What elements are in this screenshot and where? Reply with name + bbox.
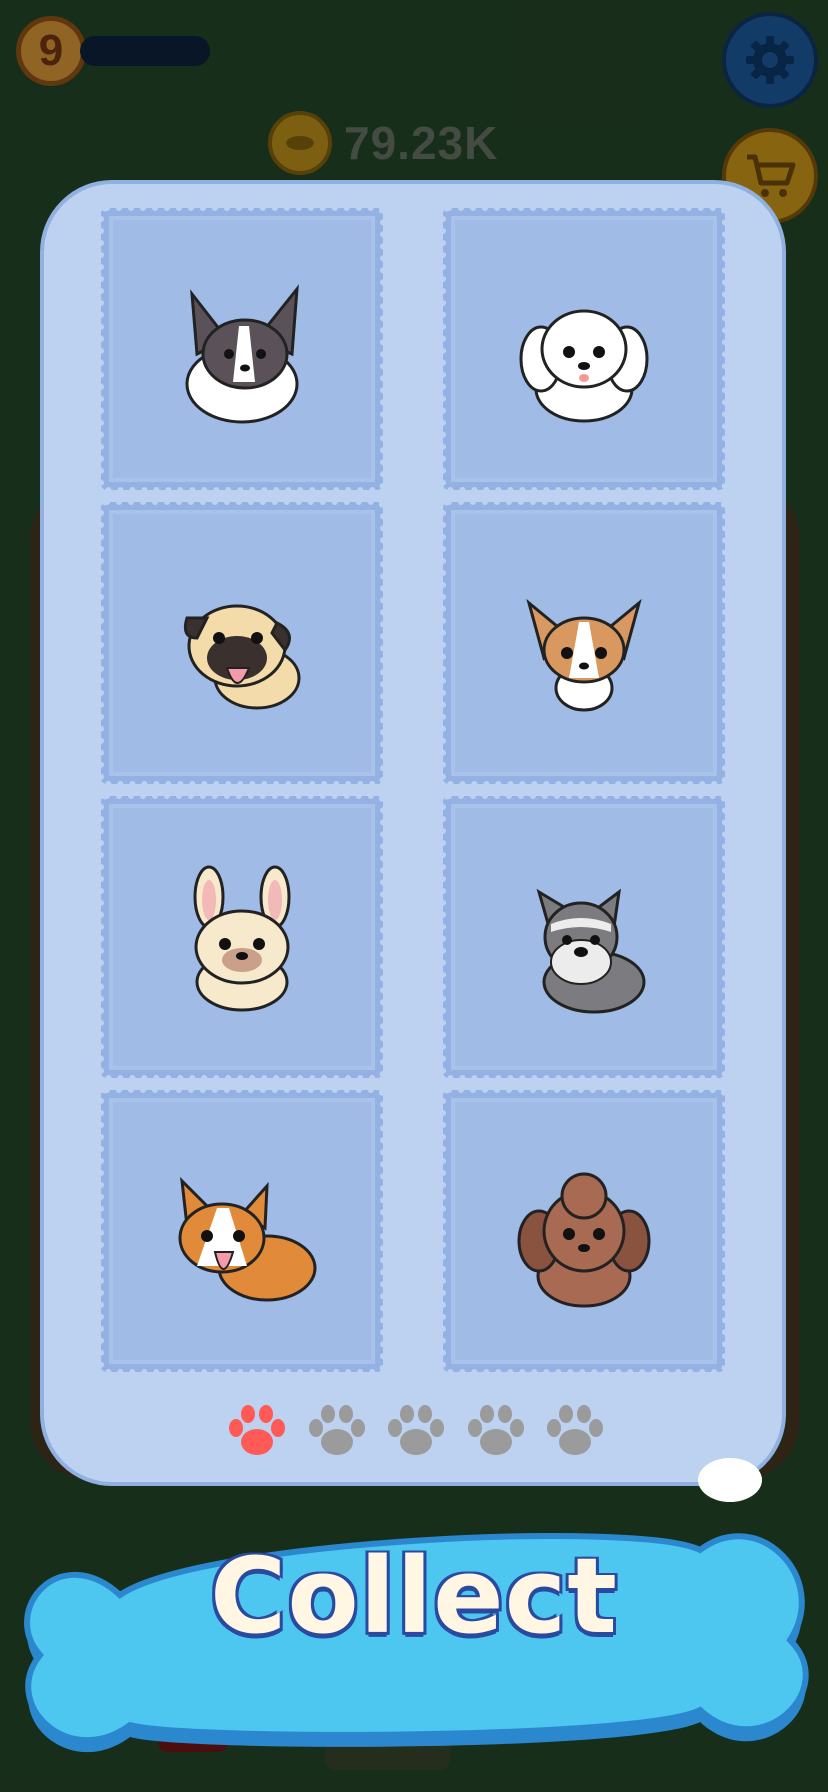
dog-card-maltese[interactable] <box>440 205 728 493</box>
poodle-dog-icon <box>517 1172 651 1308</box>
dog-card-pug[interactable] <box>98 499 386 787</box>
dog-card-poodle[interactable] <box>440 1087 728 1375</box>
french-bulldog-icon <box>193 865 291 1012</box>
dog-card-papillon[interactable] <box>98 205 386 493</box>
dog-card-schnauzer[interactable] <box>440 793 728 1081</box>
dog-card-corgi[interactable] <box>98 1087 386 1375</box>
pug-dog-icon <box>183 604 301 710</box>
schnauzer-dog-icon <box>536 888 646 1014</box>
dog-card-chihuahua[interactable] <box>440 499 728 787</box>
chihuahua-dog-icon <box>526 598 642 712</box>
maltese-dog-icon <box>519 309 649 423</box>
collect-label: Collect <box>210 1535 618 1657</box>
papillon-dog-icon <box>185 284 299 424</box>
dog-card-french-bulldog[interactable] <box>98 793 386 1081</box>
corgi-dog-icon <box>178 1176 317 1302</box>
dog-collection-grid <box>98 205 728 1375</box>
